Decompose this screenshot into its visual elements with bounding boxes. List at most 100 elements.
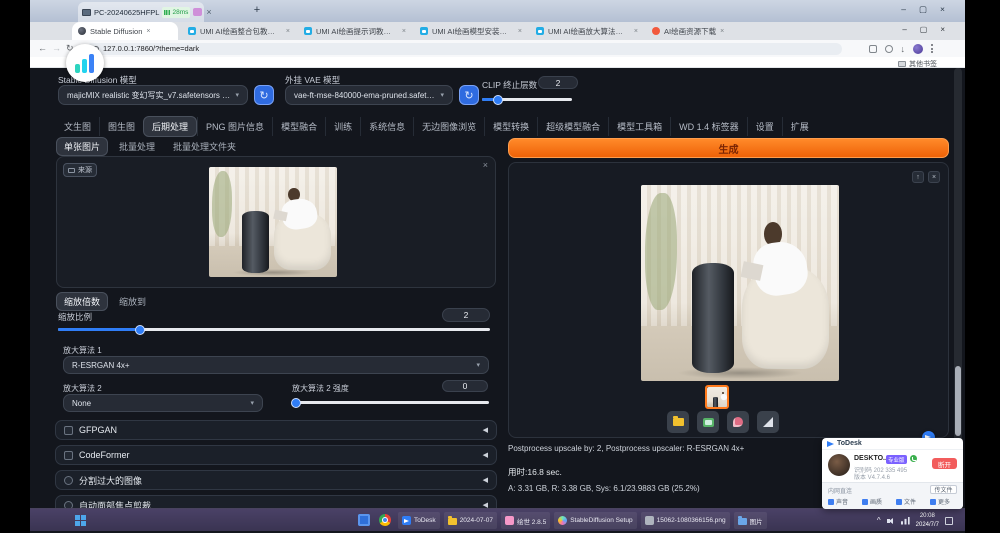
record-icon[interactable] [193, 8, 202, 16]
minimize-icon[interactable]: – [901, 4, 906, 15]
browser-tab-1[interactable]: UMI AI绘画整合包教程 - 哔哩哔哩 × [182, 22, 296, 40]
taskbar-item-launcher[interactable]: 绘世 2.8.5 [501, 512, 550, 529]
accordion-codeformer[interactable]: CodeFormer ◀ [55, 445, 497, 465]
tab-close-icon[interactable]: × [402, 28, 406, 35]
quick-quality-toggle[interactable]: 画质 [862, 497, 882, 506]
tab-model-converter[interactable]: 模型转换 [484, 117, 537, 136]
pinned-app-icon[interactable] [358, 514, 370, 526]
disconnect-button[interactable]: 断开 [932, 458, 957, 469]
menu-icon[interactable] [931, 44, 933, 53]
tab-train[interactable]: 训练 [325, 117, 360, 136]
windows-start-button[interactable] [75, 515, 86, 526]
source-image[interactable] [209, 167, 337, 277]
close-preview-icon[interactable]: × [928, 171, 940, 183]
tab-png-info[interactable]: PNG 图片信息 [197, 117, 272, 136]
tab-system-info[interactable]: 系统信息 [360, 117, 413, 136]
network-icon[interactable] [901, 517, 910, 525]
translate-icon[interactable] [869, 45, 877, 53]
scrollbar-thumb[interactable] [955, 366, 961, 436]
tab-super-merger[interactable]: 超级模型融合 [537, 117, 608, 136]
tab-infinite-image-browser[interactable]: 无边图像浏览 [413, 117, 484, 136]
tab-close-icon[interactable]: × [634, 28, 638, 35]
upscaler2-dropdown[interactable]: None ▾ [63, 394, 263, 412]
save-image-button[interactable] [697, 411, 719, 433]
tab-close-icon[interactable]: × [720, 28, 724, 35]
fullscreen-icon[interactable]: ↑ [912, 171, 924, 183]
refresh-vae-button[interactable]: ↻ [459, 85, 479, 105]
browser-tab-5[interactable]: AI绘画资源下载 × [646, 22, 738, 40]
resize-slider[interactable] [58, 328, 490, 331]
quick-files-toggle[interactable]: 文件 [896, 497, 916, 506]
maximize-icon[interactable]: ▢ [919, 4, 927, 15]
browser-tab-2[interactable]: UMI AI绘画提示词教程 - 哔哩哔哩 × [298, 22, 412, 40]
tab-close-icon[interactable]: × [286, 28, 290, 35]
address-bar[interactable]: 127.0.0.1:7860/?theme=dark [86, 43, 842, 55]
collapse-arrow-icon[interactable]: ◀ [483, 426, 488, 434]
upscaler2-strength-value[interactable]: 0 [442, 380, 488, 392]
upscaler1-dropdown[interactable]: R-ESRGAN 4x+ ▾ [63, 356, 489, 374]
result-image[interactable] [641, 185, 839, 381]
resize-value[interactable]: 2 [442, 308, 490, 322]
file-transfer-button[interactable]: 传文件 [930, 485, 957, 494]
tab-close-icon[interactable]: × [518, 28, 522, 35]
extension-icon[interactable] [885, 45, 893, 53]
session-new-tab-button[interactable]: + [250, 3, 264, 18]
source-image-panel[interactable]: 来源 × [56, 156, 496, 288]
vae-dropdown[interactable]: vae-ft-mse-840000-ema-pruned.safetensors… [285, 85, 453, 105]
slider-handle[interactable] [493, 95, 503, 105]
close-icon[interactable]: × [940, 25, 945, 34]
slider-handle[interactable] [291, 398, 301, 408]
tab-extensions[interactable]: 扩展 [782, 117, 817, 136]
collapse-arrow-icon[interactable]: ◀ [483, 451, 488, 459]
browser-tab-4[interactable]: UMI AI绘画放大算法对比 - 哔哩哔哩 × [530, 22, 644, 40]
tab-wd14-tagger[interactable]: WD 1.4 标签器 [670, 117, 747, 136]
open-folder-button[interactable] [667, 411, 689, 433]
tab-settings[interactable]: 设置 [747, 117, 782, 136]
todesk-popup-header[interactable]: ToDesk [822, 438, 963, 450]
clock[interactable]: 20:082024/7/7 [916, 512, 939, 528]
send-to-img2img-button[interactable] [727, 411, 749, 433]
profile-avatar[interactable] [913, 44, 923, 54]
tab-close-icon[interactable]: × [146, 28, 150, 35]
taskbar-item-folder[interactable]: 2024-07-07 [444, 512, 497, 529]
browser-tab-stable-diffusion[interactable]: Stable Diffusion × [72, 22, 178, 40]
other-bookmarks-button[interactable]: 其他书签 [898, 59, 937, 69]
taskbar-item-setup[interactable]: StableDiffusion Setup [554, 512, 636, 529]
phone-icon[interactable] [910, 455, 917, 462]
download-icon[interactable]: ↓ [901, 45, 906, 53]
tab-model-toolkit[interactable]: 模型工具箱 [608, 117, 670, 136]
subtab-single-image[interactable]: 单张图片 [56, 137, 108, 156]
back-icon[interactable]: ← [38, 43, 47, 53]
quick-sound-toggle[interactable]: 声音 [828, 497, 848, 506]
chrome-icon[interactable] [379, 514, 391, 526]
notification-icon[interactable] [945, 517, 953, 525]
minimize-icon[interactable]: – [902, 25, 906, 34]
clip-skip-slider[interactable] [482, 98, 572, 101]
subtab-batch-process[interactable]: 批量处理 [112, 138, 162, 155]
clip-skip-value[interactable]: 2 [538, 76, 578, 89]
quick-more-toggle[interactable]: 更多 [930, 497, 950, 506]
browser-tab-3[interactable]: UMI AI绘画模型安装教程 - 哔哩哔哩 × [414, 22, 528, 40]
generate-button[interactable]: 生成 [508, 138, 949, 158]
tab-extras[interactable]: 后期处理 [143, 116, 197, 137]
speaker-icon[interactable] [887, 517, 895, 525]
session-close-icon[interactable]: × [206, 7, 211, 17]
taskbar-item-pictures[interactable]: 图片 [734, 512, 767, 529]
upscaler2-strength-slider[interactable] [292, 401, 489, 404]
refresh-model-button[interactable]: ↻ [254, 85, 274, 105]
clear-image-icon[interactable]: × [483, 160, 488, 170]
tab-img2img[interactable]: 图生图 [99, 117, 143, 136]
checkbox-icon[interactable] [64, 426, 73, 435]
forward-icon[interactable]: → [52, 43, 61, 53]
accordion-gfpgan[interactable]: GFPGAN ◀ [55, 420, 497, 440]
sd-model-dropdown[interactable]: majicMIX realistic 变幻写实_v7.safetensors [… [58, 85, 248, 105]
tab-checkpoint-merger[interactable]: 模型融合 [272, 117, 325, 136]
session-tab[interactable]: PC-20240625HFPL 28ms × [78, 2, 204, 22]
checkbox-icon[interactable] [64, 476, 73, 485]
accordion-split-oversized[interactable]: 分割过大的图像 ◀ [55, 470, 497, 490]
close-icon[interactable]: × [940, 4, 945, 15]
taskbar-item-todesk[interactable]: ToDesk [398, 512, 440, 529]
subtab-scale-to[interactable]: 缩放到 [112, 293, 153, 310]
checkbox-icon[interactable] [64, 451, 73, 460]
subtab-scale-by[interactable]: 缩放倍数 [56, 292, 108, 311]
